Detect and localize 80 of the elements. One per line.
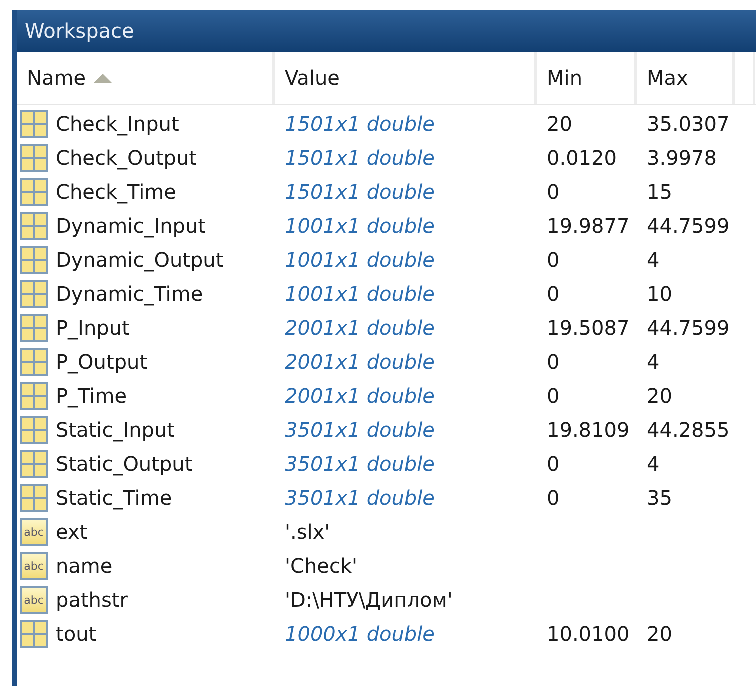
window-title: Workspace xyxy=(17,10,756,52)
min-value: 19.9877 xyxy=(547,214,630,238)
variable-value: 1001x1 double xyxy=(285,248,435,272)
min-value: 19.5087 xyxy=(547,316,630,340)
column-header[interactable]: Value xyxy=(275,52,537,104)
column-header[interactable]: Name xyxy=(17,52,275,104)
variable-value: 1501x1 double xyxy=(285,180,435,204)
min-value: 0.0120 xyxy=(547,146,617,170)
min-value: 0 xyxy=(547,350,560,374)
column-header[interactable]: Min xyxy=(537,52,637,104)
min-value: 0 xyxy=(547,452,560,476)
max-value: 4 xyxy=(647,452,660,476)
variable-name[interactable]: P_Output xyxy=(56,347,148,377)
variable-name[interactable]: Static_Time xyxy=(56,483,172,513)
max-value: 10 xyxy=(647,282,672,306)
sort-ascending-icon xyxy=(94,74,112,82)
min-value: 0 xyxy=(547,282,560,306)
variable-value: '.slx' xyxy=(285,520,330,544)
variable-name[interactable]: Check_Input xyxy=(56,109,180,139)
variable-name[interactable]: Dynamic_Input xyxy=(56,211,206,241)
variable-name[interactable]: Dynamic_Output xyxy=(56,245,224,275)
max-value: 44.2855 xyxy=(647,418,730,442)
variable-name[interactable]: tout xyxy=(56,619,97,649)
matrix-icon xyxy=(20,620,48,648)
variable-value: 3501x1 double xyxy=(285,418,435,442)
matrix-icon xyxy=(20,450,48,478)
variable-name[interactable]: name xyxy=(56,551,113,581)
matrix-icon xyxy=(20,212,48,240)
variable-value: 1001x1 double xyxy=(285,214,435,238)
max-value: 4 xyxy=(647,350,660,374)
max-value: 35.0307 xyxy=(647,112,730,136)
matrix-icon xyxy=(20,416,48,444)
max-value: 20 xyxy=(647,622,672,646)
min-value: 0 xyxy=(547,180,560,204)
variable-value: 1001x1 double xyxy=(285,282,435,306)
variable-name[interactable]: P_Time xyxy=(56,381,128,411)
variable-name[interactable]: Dynamic_Time xyxy=(56,279,204,309)
variable-value: 1501x1 double xyxy=(285,112,435,136)
min-value: 10.0100 xyxy=(547,622,630,646)
variable-value: 2001x1 double xyxy=(285,350,435,374)
min-value: 20 xyxy=(547,112,572,136)
variable-value: 2001x1 double xyxy=(285,384,435,408)
matrix-icon xyxy=(20,314,48,342)
text-variable-icon: abc xyxy=(20,586,48,614)
variable-value: 1501x1 double xyxy=(285,146,435,170)
max-value: 35 xyxy=(647,486,672,510)
max-value: 15 xyxy=(647,180,672,204)
column-header[interactable]: Max xyxy=(637,52,735,104)
min-value: 0 xyxy=(547,486,560,510)
matrix-icon xyxy=(20,246,48,274)
max-value: 44.7599 xyxy=(647,316,730,340)
max-value: 3.9978 xyxy=(647,146,717,170)
max-value: 4 xyxy=(647,248,660,272)
variable-name[interactable]: pathstr xyxy=(56,585,128,615)
text-variable-icon: abc xyxy=(20,518,48,546)
variable-name[interactable]: Check_Time xyxy=(56,177,176,207)
min-value: 0 xyxy=(547,248,560,272)
max-value: 44.7599 xyxy=(647,214,730,238)
matrix-icon xyxy=(20,348,48,376)
matrix-icon xyxy=(20,110,48,138)
matrix-icon xyxy=(20,484,48,512)
matrix-icon xyxy=(20,382,48,410)
min-value: 19.8109 xyxy=(547,418,630,442)
variable-name[interactable]: ext xyxy=(56,517,88,547)
variable-value: 'Check' xyxy=(285,554,358,578)
variable-name[interactable]: P_Input xyxy=(56,313,130,343)
matrix-icon xyxy=(20,178,48,206)
text-variable-icon: abc xyxy=(20,552,48,580)
variable-value: 1000x1 double xyxy=(285,622,435,646)
variable-value: 3501x1 double xyxy=(285,486,435,510)
variable-name[interactable]: Check_Output xyxy=(56,143,197,173)
min-value: 0 xyxy=(547,384,560,408)
variable-name[interactable]: Static_Output xyxy=(56,449,193,479)
variable-value: 3501x1 double xyxy=(285,452,435,476)
variable-value: 'D:\НТУ\Диплом' xyxy=(285,588,453,612)
variable-value: 2001x1 double xyxy=(285,316,435,340)
matrix-icon xyxy=(20,144,48,172)
variable-name[interactable]: Static_Input xyxy=(56,415,175,445)
matrix-icon xyxy=(20,280,48,308)
max-value: 20 xyxy=(647,384,672,408)
